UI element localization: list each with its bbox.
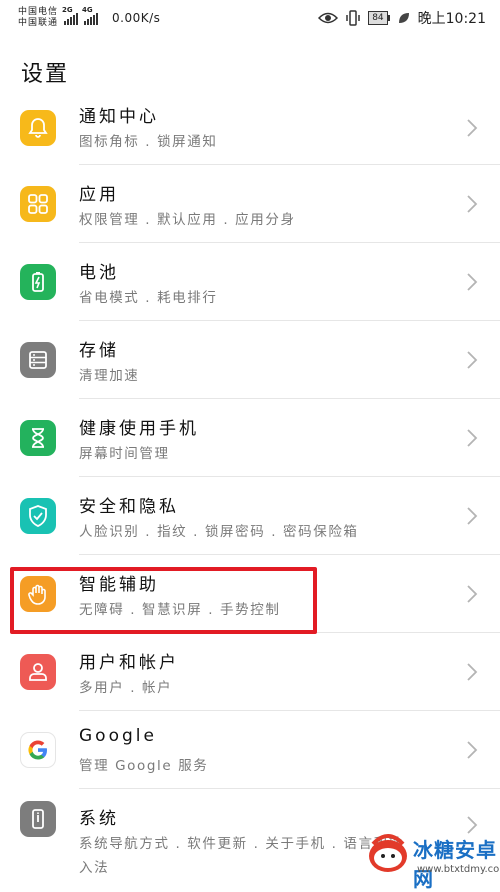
watermark-url: www.btxtdmy.com bbox=[417, 864, 500, 875]
storage-icon bbox=[20, 342, 56, 378]
settings-item-subtitle: 权限管理 . 默认应用 . 应用分身 bbox=[79, 212, 296, 228]
settings-item-subtitle: 管理 Google 服务 bbox=[79, 758, 209, 774]
settings-item-storage[interactable]: 存储 清理加速 bbox=[0, 321, 500, 399]
status-bar: 中国电信 中国联通 2G 4G 0.00K/s 84 晚上10:21 bbox=[0, 0, 500, 36]
watermark-logo-icon bbox=[369, 834, 407, 872]
settings-item-notification-center[interactable]: 通知中心 图标角标 . 锁屏通知 bbox=[0, 90, 500, 165]
settings-item-title: 存储 bbox=[79, 341, 119, 361]
carrier-1: 中国电信 bbox=[18, 7, 59, 17]
bell-icon bbox=[20, 109, 56, 146]
vibrate-icon bbox=[346, 10, 360, 26]
settings-item-subtitle-line2: 入法 bbox=[79, 860, 110, 876]
eye-comfort-icon bbox=[318, 12, 339, 24]
carrier-labels: 中国电信 中国联通 bbox=[18, 7, 58, 29]
shield-icon bbox=[20, 498, 56, 534]
chevron-right-icon bbox=[467, 507, 478, 525]
settings-item-subtitle: 图标角标 . 锁屏通知 bbox=[79, 134, 218, 150]
system-icon bbox=[20, 801, 56, 837]
settings-list: 通知中心 图标角标 . 锁屏通知 应用 权限管理 . 默认应用 . 应用分身 电… bbox=[0, 90, 500, 879]
google-icon bbox=[20, 732, 56, 768]
settings-item-google[interactable]: Google 管理 Google 服务 bbox=[0, 711, 500, 789]
settings-item-title: 用户和帐户 bbox=[79, 653, 179, 673]
settings-item-title: 应用 bbox=[79, 185, 119, 205]
settings-item-digital-balance[interactable]: 健康使用手机 屏幕时间管理 bbox=[0, 399, 500, 477]
chevron-right-icon bbox=[467, 429, 478, 447]
settings-item-title: Google bbox=[79, 726, 157, 746]
user-icon bbox=[20, 654, 56, 690]
leaf-icon bbox=[398, 13, 409, 23]
settings-item-title: 通知中心 bbox=[79, 107, 159, 127]
settings-item-title: 安全和隐私 bbox=[79, 497, 179, 517]
settings-item-battery[interactable]: 电池 省电模式 . 耗电排行 bbox=[0, 243, 500, 321]
carrier-2: 中国联通 bbox=[18, 18, 59, 28]
network-speed: 0.00K/s bbox=[112, 11, 161, 25]
chevron-right-icon bbox=[467, 741, 478, 759]
settings-item-subtitle: 屏幕时间管理 bbox=[79, 446, 170, 462]
settings-item-subtitle: 系统导航方式 . 软件更新 . 关于手机 . 语言和输 bbox=[79, 836, 404, 852]
clock: 晚上10:21 bbox=[417, 11, 486, 27]
settings-item-title: 健康使用手机 bbox=[79, 419, 199, 439]
chevron-right-icon bbox=[467, 118, 478, 137]
battery-level: 84 bbox=[368, 11, 388, 25]
signal-1-icon: 2G bbox=[62, 6, 79, 25]
settings-item-subtitle: 清理加速 bbox=[79, 368, 140, 384]
settings-item-subtitle: 多用户 . 帐户 bbox=[79, 680, 173, 696]
settings-item-security-privacy[interactable]: 安全和隐私 人脸识别 . 指纹 . 锁屏密码 . 密码保险箱 bbox=[0, 477, 500, 555]
chevron-right-icon bbox=[467, 585, 478, 603]
battery-icon bbox=[20, 264, 56, 300]
settings-item-subtitle: 人脸识别 . 指纹 . 锁屏密码 . 密码保险箱 bbox=[79, 524, 359, 540]
apps-grid-icon bbox=[20, 186, 56, 222]
network-type-2: 4G bbox=[82, 6, 93, 14]
settings-item-apps[interactable]: 应用 权限管理 . 默认应用 . 应用分身 bbox=[0, 165, 500, 243]
watermark: 冰糖安卓网 www.btxtdmy.com bbox=[365, 826, 500, 891]
settings-item-users-accounts[interactable]: 用户和帐户 多用户 . 帐户 bbox=[0, 633, 500, 711]
settings-item-title: 电池 bbox=[79, 263, 119, 283]
chevron-right-icon bbox=[467, 663, 478, 681]
highlight-box bbox=[10, 567, 317, 634]
watermark-text: 冰糖安卓网 bbox=[413, 838, 497, 891]
chevron-right-icon bbox=[467, 273, 478, 291]
settings-item-title: 系统 bbox=[79, 809, 119, 829]
network-type-1: 2G bbox=[62, 6, 73, 14]
hourglass-icon bbox=[20, 420, 56, 456]
chevron-right-icon bbox=[467, 351, 478, 369]
settings-item-subtitle: 省电模式 . 耗电排行 bbox=[79, 290, 218, 306]
chevron-right-icon bbox=[467, 195, 478, 213]
page-title: 设置 bbox=[21, 62, 70, 87]
signal-2-icon: 4G bbox=[82, 6, 99, 25]
battery-indicator: 84 bbox=[368, 11, 390, 25]
